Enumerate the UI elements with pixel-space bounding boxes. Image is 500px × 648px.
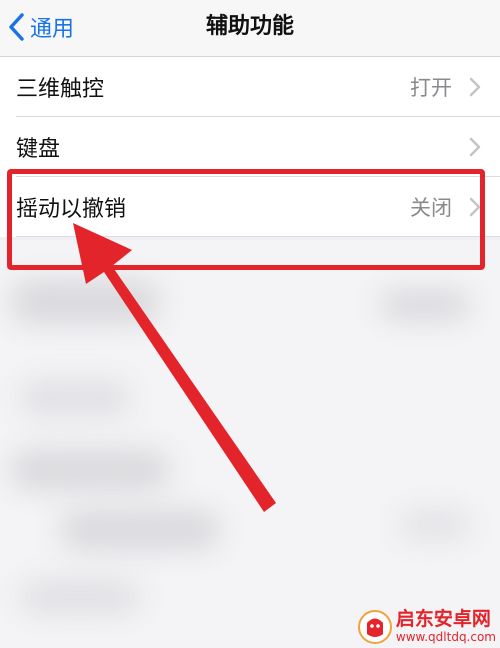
row-shake-to-undo[interactable]: 摇动以撤销 关闭 [0,177,500,237]
blurred-row [10,450,170,490]
row-value: 打开 [410,76,452,100]
row-label: 摇动以撤销 [16,197,127,222]
chevron-right-icon [469,77,481,97]
chevron-right-icon [469,197,481,217]
watermark-logo-icon [357,609,392,644]
row-keyboard[interactable]: 键盘 [0,117,500,177]
chevron-right-icon [469,137,481,157]
watermark-brand: 启东安卓网 [395,608,491,630]
blurred-row [20,580,140,614]
row-3d-touch[interactable]: 三维触控 打开 [0,57,500,117]
blurred-row [400,510,470,540]
blurred-row [10,280,160,324]
watermark-text: 启东安卓网 www.qdltdq.com [395,608,496,645]
row-label: 键盘 [16,137,61,162]
blurred-row [60,510,220,550]
watermark-url: www.qdltdq.com [395,630,496,644]
blurred-row [20,380,130,416]
blurred-row [380,290,470,320]
page-title: 辅助功能 [205,14,294,39]
row-label: 三维触控 [16,77,105,102]
row-value: 关闭 [410,196,452,220]
navigation-bar: 通用 辅助功能 [0,0,500,57]
watermark: 启东安卓网 www.qdltdq.com [357,608,496,645]
settings-list: 三维触控 打开 键盘 摇动以撤销 关闭 [0,57,500,237]
blurred-content [0,240,500,648]
